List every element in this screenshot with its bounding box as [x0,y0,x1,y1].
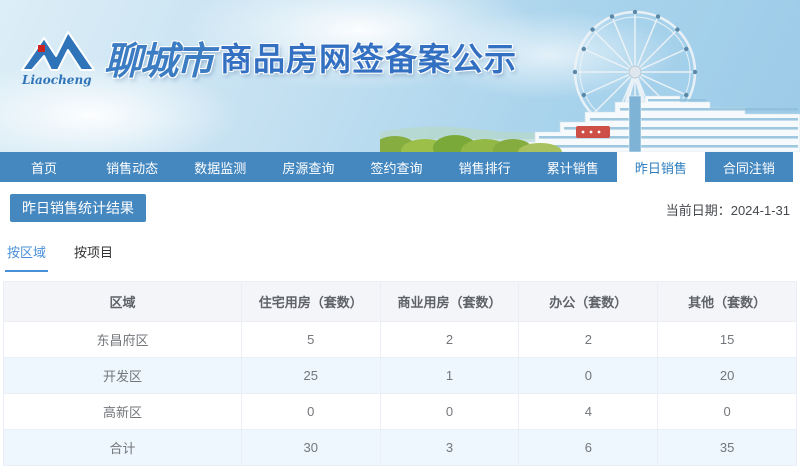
cell-value: 0 [380,394,519,430]
table-header-row: 区域 住宅用房（套数） 商业用房（套数） 办公（套数） 其他（套数） [4,282,797,322]
current-date-value: 2024-1-31 [731,203,790,218]
cell-region: 合计 [4,430,242,466]
cell-value: 1 [380,358,519,394]
site-logo: Liaocheng [18,26,102,88]
tab-by-region[interactable]: 按区域 [5,238,48,272]
site-banner: Liaocheng 聊城市 商品房网签备案公示 [0,0,800,152]
building-sign [576,126,610,138]
page-head: 昨日销售统计结果 当前日期：2024-1-31 [10,194,790,222]
nav-item-cumulative-sales[interactable]: 累计销售 [529,152,617,182]
section-title: 昨日销售统计结果 [10,194,146,222]
cell-value: 0 [658,394,797,430]
cell-value: 4 [519,394,658,430]
nav-item-home[interactable]: 首页 [0,152,88,182]
banner-title: 商品房网签备案公示 [220,34,517,80]
main-nav: 首页 销售动态 数据监测 房源查询 签约查询 销售排行 累计销售 昨日销售 合同… [0,152,793,182]
cell-value: 15 [658,322,797,358]
table-row: 开发区 25 1 0 20 [4,358,797,394]
site-brand: Liaocheng 聊城市 商品房网签备案公示 [18,26,517,88]
col-header-commercial: 商业用房（套数） [380,282,519,322]
current-date: 当前日期：2024-1-31 [666,200,790,219]
current-date-label: 当前日期： [666,203,731,218]
cell-value: 20 [658,358,797,394]
table-row: 东昌府区 5 2 2 15 [4,322,797,358]
col-header-region: 区域 [4,282,242,322]
cell-value: 35 [658,430,797,466]
table-row: 高新区 0 0 4 0 [4,394,797,430]
nav-item-contract-cancel[interactable]: 合同注销 [705,152,793,182]
cell-value: 6 [519,430,658,466]
cell-value: 3 [380,430,519,466]
cell-value: 2 [519,322,658,358]
nav-item-contract-query[interactable]: 签约查询 [352,152,440,182]
cell-value: 2 [380,322,519,358]
logo-script-text: Liaocheng [21,73,92,87]
cell-region: 开发区 [4,358,242,394]
cell-value: 0 [519,358,658,394]
cell-value: 25 [241,358,380,394]
nav-item-listing-query[interactable]: 房源查询 [264,152,352,182]
cell-value: 0 [241,394,380,430]
sales-stats-table: 区域 住宅用房（套数） 商业用房（套数） 办公（套数） 其他（套数） 东昌府区 … [3,281,797,466]
cell-region: 东昌府区 [4,322,242,358]
cell-value: 30 [241,430,380,466]
main-content: 昨日销售统计结果 当前日期：2024-1-31 按区域 按项目 区域 住宅用房（… [0,182,800,466]
tab-by-project[interactable]: 按项目 [72,238,115,272]
nav-item-yesterday-sales[interactable]: 昨日销售 [617,152,705,182]
nav-item-data-monitor[interactable]: 数据监测 [176,152,264,182]
cell-region: 高新区 [4,394,242,430]
city-name-calligraphy: 聊城市 [104,30,212,85]
logo-mountain-icon [22,32,94,70]
col-header-other: 其他（套数） [658,282,797,322]
building-shape [510,96,800,152]
cell-value: 5 [241,322,380,358]
nav-item-sales-ranking[interactable]: 销售排行 [441,152,529,182]
table-row-total: 合计 30 3 6 35 [4,430,797,466]
logo-red-square [38,45,45,52]
view-tabs: 按区域 按项目 [5,238,800,272]
col-header-residential: 住宅用房（套数） [241,282,380,322]
nav-item-sales-activity[interactable]: 销售动态 [88,152,176,182]
col-header-office: 办公（套数） [519,282,658,322]
